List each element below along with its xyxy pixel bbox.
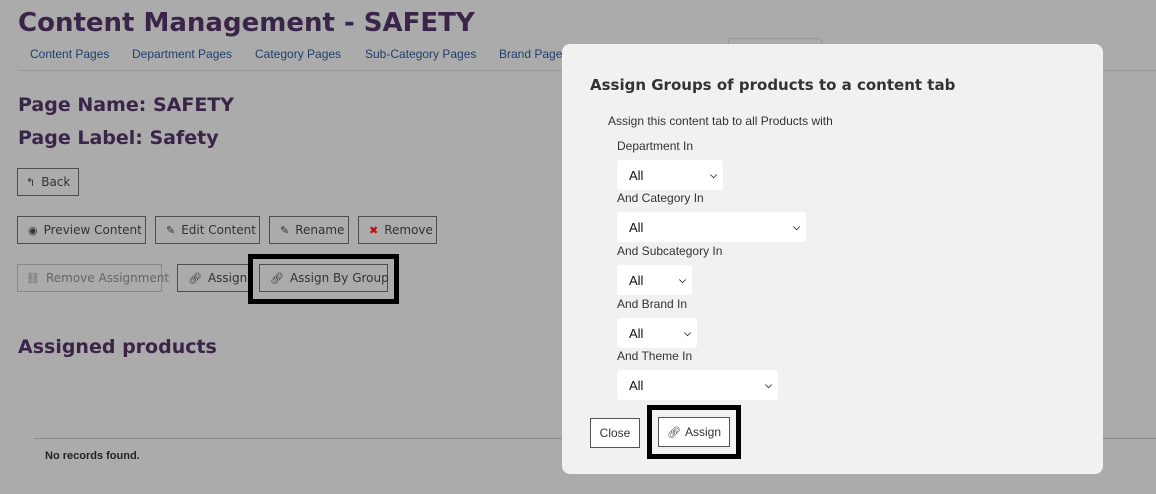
assign-label: Assign — [207, 271, 248, 285]
remove-assignment-button[interactable]: ⛓ Remove Assignment — [17, 264, 169, 292]
chevron-down-icon: ⌵ — [710, 169, 717, 180]
modal-assign-label: Assign — [684, 425, 721, 439]
preview-content-label: Preview Content — [43, 223, 142, 237]
page-title: Content Management - SAFETY — [18, 8, 475, 38]
theme-label: And Theme In — [617, 349, 693, 363]
chevron-down-icon: ⌵ — [684, 327, 691, 338]
remove-button[interactable]: ✖ Remove — [358, 216, 437, 244]
category-label: And Category In — [617, 191, 704, 205]
assign-groups-modal: Assign Groups of products to a content t… — [562, 44, 1103, 474]
assign-by-group-button[interactable]: 🔗︎ Assign By Group — [259, 264, 389, 292]
tab-sub-category-pages[interactable]: Sub-Category Pages — [365, 47, 476, 61]
assign-by-group-label: Assign By Group — [289, 271, 389, 285]
tab-category-pages[interactable]: Category Pages — [255, 47, 341, 61]
subcategory-label: And Subcategory In — [617, 244, 723, 258]
chevron-down-icon: ⌵ — [793, 221, 800, 232]
empty-table-message: No records found. — [45, 450, 140, 462]
eye-icon: ◉ — [28, 223, 38, 237]
back-arrow-icon: ↰ — [26, 175, 36, 189]
tab-brand-pages[interactable]: Brand Pages — [499, 47, 568, 61]
back-button[interactable]: ↰ Back — [17, 168, 79, 196]
unlink-icon: ⛓ — [26, 271, 40, 285]
brand-select[interactable]: All ⌵ — [617, 318, 697, 348]
page-label: Page Label: Safety — [18, 127, 219, 149]
page-name: Page Name: SAFETY — [18, 94, 235, 116]
edit-content-button[interactable]: ✎ Edit Content — [155, 216, 260, 244]
department-label: Department In — [617, 139, 694, 153]
link-icon: 🔗︎ — [270, 271, 284, 285]
modal-assign-button[interactable]: 🔗︎ Assign — [658, 417, 730, 447]
subcategory-select-value: All — [629, 272, 644, 288]
rename-button[interactable]: ✎ Rename — [269, 216, 349, 244]
brand-select-value: All — [629, 325, 644, 341]
back-button-label: Back — [41, 175, 71, 189]
assign-button[interactable]: 🔗︎ Assign — [177, 264, 249, 292]
brand-label: And Brand In — [617, 297, 688, 311]
department-select-value: All — [629, 167, 644, 183]
modal-title: Assign Groups of products to a content t… — [590, 76, 956, 94]
category-select-value: All — [629, 219, 644, 235]
category-select[interactable]: All ⌵ — [617, 212, 806, 242]
theme-select-value: All — [629, 377, 644, 393]
theme-select[interactable]: All ⌵ — [617, 370, 778, 400]
rename-label: Rename — [295, 223, 345, 237]
assigned-products-heading: Assigned products — [18, 336, 217, 358]
preview-content-button[interactable]: ◉ Preview Content — [17, 216, 146, 244]
department-select[interactable]: All ⌵ — [617, 160, 723, 190]
remove-label: Remove — [384, 223, 433, 237]
subcategory-select[interactable]: All ⌵ — [617, 265, 692, 295]
chevron-down-icon: ⌵ — [679, 274, 686, 285]
chevron-down-icon: ⌵ — [765, 379, 772, 390]
remove-assignment-label: Remove Assignment — [45, 271, 170, 285]
pencil-icon: ✎ — [280, 223, 290, 237]
close-button[interactable]: Close — [590, 418, 640, 448]
link-icon: 🔗︎ — [188, 271, 202, 285]
tab-content-pages[interactable]: Content Pages — [30, 47, 109, 61]
tab-department-pages[interactable]: Department Pages — [132, 47, 232, 61]
link-icon: 🔗︎ — [667, 426, 681, 439]
pencil-icon: ✎ — [166, 223, 176, 237]
x-icon: ✖ — [369, 223, 379, 237]
edit-content-label: Edit Content — [181, 223, 256, 237]
modal-intro-text: Assign this content tab to all Products … — [608, 114, 833, 128]
